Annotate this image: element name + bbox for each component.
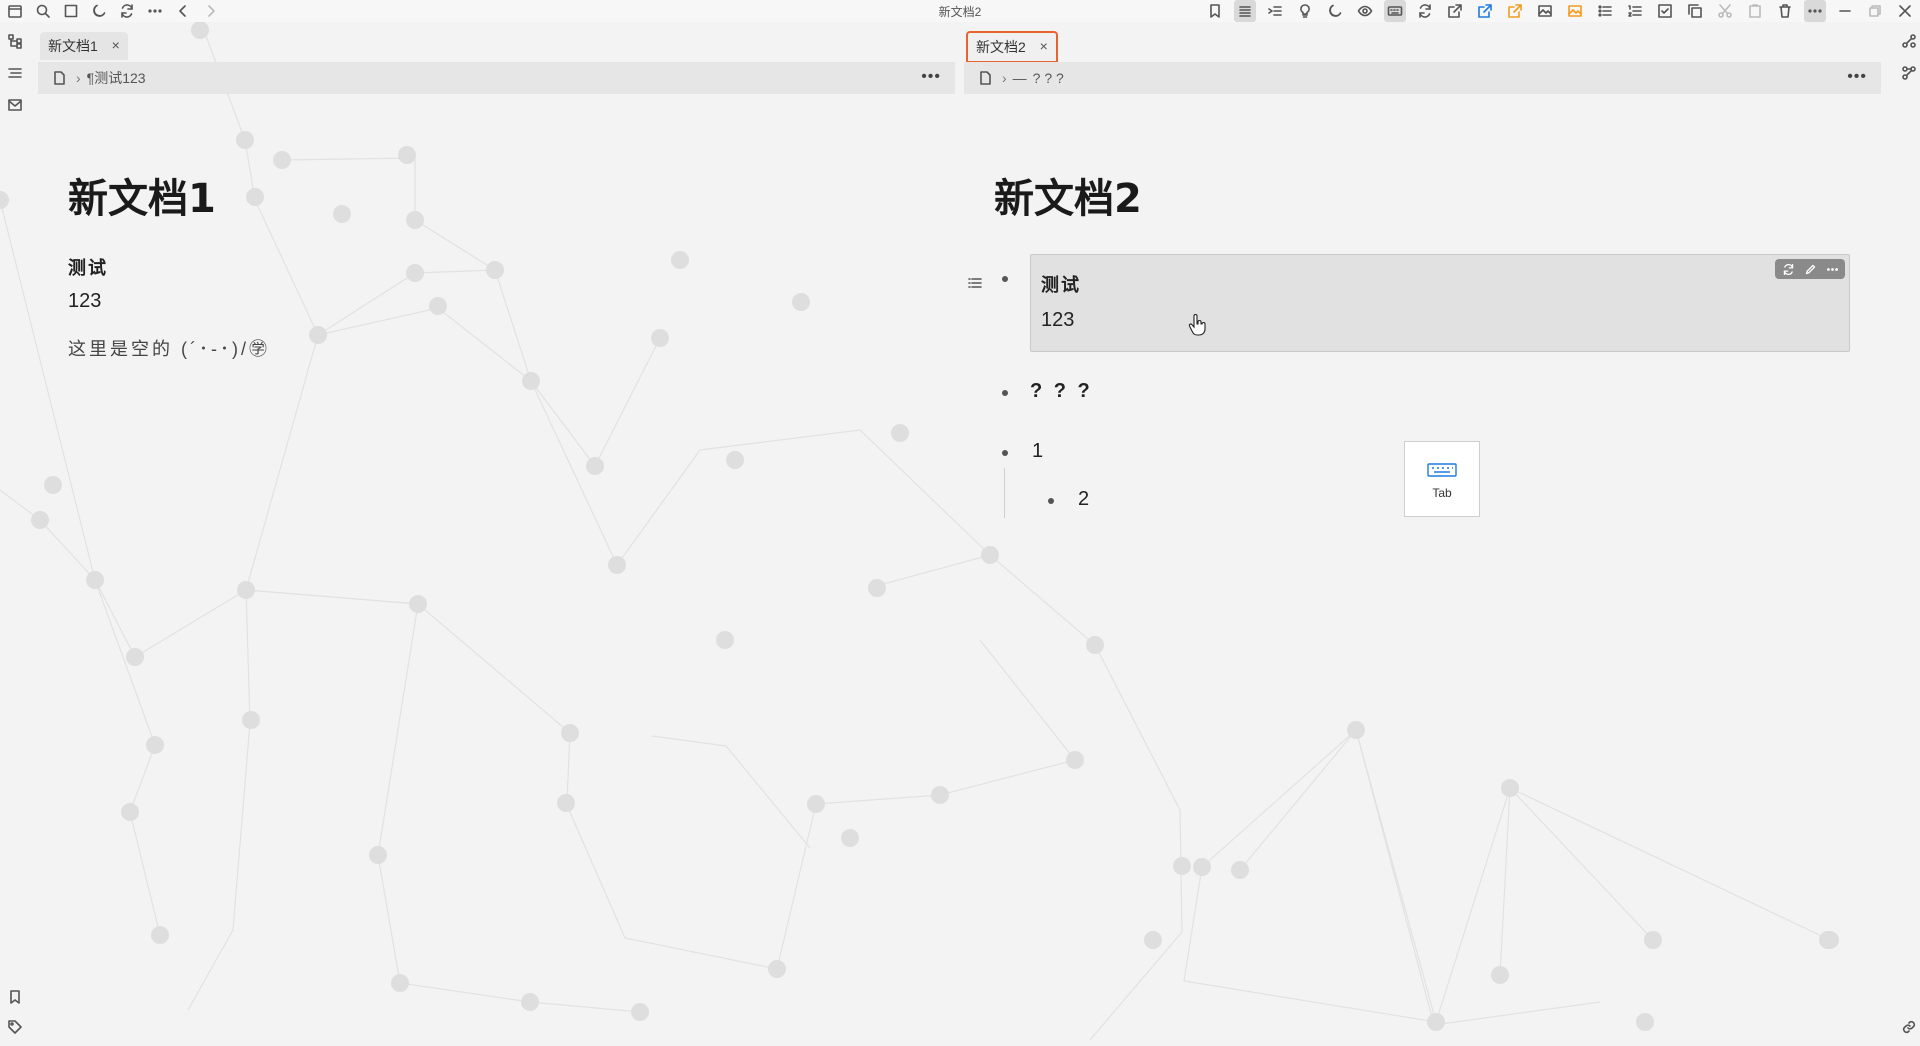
tab-bar: 新文档2 × xyxy=(964,26,1881,63)
editor-pane-right: 新文档2 × › — ? ? ? ••• 新文档2 测试 123 ? ? ? 1… xyxy=(964,26,1881,1042)
keyboard-icon[interactable] xyxy=(1384,0,1406,22)
breadcrumb-item[interactable]: ? ? ? xyxy=(1033,70,1064,86)
pilcrow-icon: ¶ xyxy=(86,70,95,86)
left-dock xyxy=(0,22,30,1046)
cut-icon[interactable] xyxy=(1714,0,1736,22)
top-toolbar: 新文档2 xyxy=(0,0,1920,22)
open-link-icon[interactable] xyxy=(1504,0,1526,22)
doc-title[interactable]: 新文档2 xyxy=(994,166,1851,224)
tab-label: 新文档1 xyxy=(48,38,98,54)
image-icon[interactable] xyxy=(1534,0,1556,22)
refresh-icon[interactable] xyxy=(1414,0,1436,22)
indent-guide xyxy=(1004,468,1005,518)
list-item[interactable]: ? ? ? xyxy=(994,364,1851,424)
paste-icon[interactable] xyxy=(1744,0,1766,22)
tab-doc2[interactable]: 新文档2 × xyxy=(966,31,1058,63)
outline-icon[interactable] xyxy=(4,62,26,84)
more-options-icon[interactable] xyxy=(1804,0,1826,22)
list-item-text[interactable]: 2 xyxy=(1078,488,1089,511)
editor-content[interactable]: 新文档1 测试 123 这里是空的 (´･-･)/㊫ xyxy=(38,166,955,361)
tab-close-icon[interactable]: × xyxy=(1040,38,1048,54)
keyboard-icon xyxy=(1427,463,1457,477)
chevron-right-icon: › xyxy=(1002,70,1007,86)
paragraph[interactable]: 测试 xyxy=(68,254,925,280)
image-orange-icon[interactable] xyxy=(1564,0,1586,22)
indent-icon[interactable] xyxy=(1264,0,1286,22)
embed-block[interactable]: 测试 123 xyxy=(1030,254,1850,352)
global-graph-icon[interactable] xyxy=(1898,62,1920,84)
breadcrumb: › ¶ 测试123 ••• xyxy=(38,62,955,94)
doc-title[interactable]: 新文档1 xyxy=(68,166,925,224)
list-icon: — xyxy=(1012,70,1027,86)
breadcrumb: › — ? ? ? ••• xyxy=(964,62,1881,94)
more-options-button[interactable]: ••• xyxy=(1847,68,1867,86)
editor-pane-left: 新文档1 × › ¶ 测试123 ••• 新文档1 测试 123 这里是空的 (… xyxy=(38,26,955,1042)
checkbox-icon[interactable] xyxy=(1654,0,1676,22)
embed-line: 123 xyxy=(1041,309,1075,331)
file-tree-icon[interactable] xyxy=(4,30,26,52)
embed-line: 测试 xyxy=(1041,275,1081,295)
bullet-icon xyxy=(1048,498,1054,504)
right-dock xyxy=(1896,22,1920,1046)
tag-icon[interactable] xyxy=(4,1016,26,1038)
hand-cursor-icon xyxy=(1188,314,1206,336)
paragraph-icon[interactable] xyxy=(1234,0,1256,22)
list-item-text[interactable]: 1 xyxy=(1032,440,1043,463)
edit-link-icon[interactable] xyxy=(1474,0,1496,22)
list-item-text[interactable]: ? ? ? xyxy=(1030,380,1093,403)
tab-bar: 新文档1 × xyxy=(38,26,955,62)
delete-icon[interactable] xyxy=(1774,0,1796,22)
bookmark-dock-icon[interactable] xyxy=(4,986,26,1008)
link-icon[interactable] xyxy=(1898,1016,1920,1038)
more-options-button[interactable]: ••• xyxy=(921,68,941,86)
eye-icon[interactable] xyxy=(1354,0,1376,22)
block-menu-icon[interactable] xyxy=(964,272,986,294)
inbox-icon[interactable] xyxy=(4,94,26,116)
external-link-icon[interactable] xyxy=(1444,0,1466,22)
document-icon[interactable] xyxy=(974,67,996,89)
embed-refresh-icon[interactable] xyxy=(1779,261,1797,277)
bullet-icon xyxy=(1002,450,1008,456)
tab-doc1[interactable]: 新文档1 × xyxy=(40,32,128,60)
lightbulb-icon[interactable] xyxy=(1294,0,1316,22)
key-hint-label: Tab xyxy=(1432,486,1452,500)
top-right-tools xyxy=(1204,0,1916,22)
copy-icon[interactable] xyxy=(1684,0,1706,22)
document-icon[interactable] xyxy=(48,67,70,89)
bookmark-icon[interactable] xyxy=(1204,0,1226,22)
tab-label: 新文档2 xyxy=(976,39,1026,55)
graph-icon[interactable] xyxy=(1898,30,1920,52)
close-window-icon[interactable] xyxy=(1894,0,1916,22)
moon-icon[interactable] xyxy=(1324,0,1346,22)
key-hint-tab: Tab xyxy=(1404,441,1480,517)
restore-icon[interactable] xyxy=(1864,0,1886,22)
embed-more-icon[interactable] xyxy=(1823,261,1841,277)
bullet-icon xyxy=(1002,390,1008,396)
bullet-list-icon[interactable] xyxy=(1594,0,1616,22)
empty-placeholder: 这里是空的 (´･-･)/㊫ xyxy=(68,339,270,359)
breadcrumb-item[interactable]: 测试123 xyxy=(94,68,145,88)
embed-toolbar xyxy=(1775,259,1845,279)
chevron-right-icon: › xyxy=(76,70,81,86)
tab-close-icon[interactable]: × xyxy=(112,37,120,53)
embed-edit-icon[interactable] xyxy=(1801,261,1819,277)
paragraph[interactable]: 123 xyxy=(68,290,925,313)
minimize-icon[interactable] xyxy=(1834,0,1856,22)
list-item[interactable]: 测试 123 xyxy=(968,254,1851,364)
bullet-icon xyxy=(1002,276,1008,282)
ordered-list-icon[interactable] xyxy=(1624,0,1646,22)
